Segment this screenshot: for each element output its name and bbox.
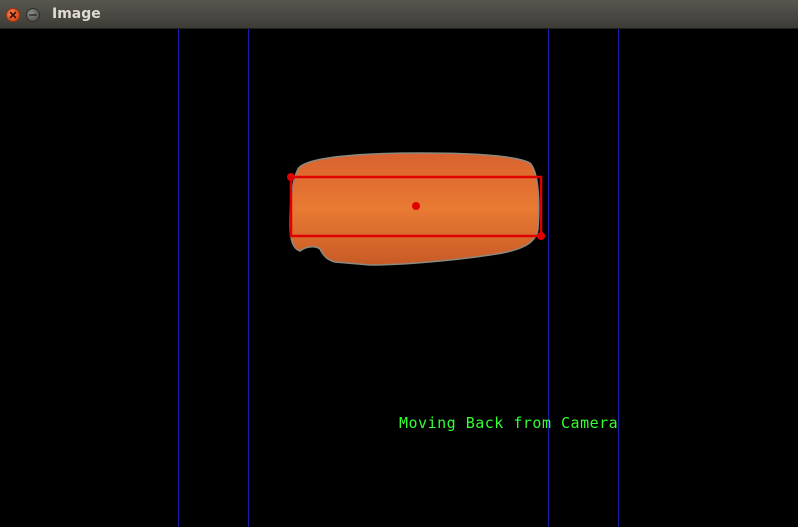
title-bar[interactable]: Image [0,0,798,29]
center-marker [412,202,420,210]
corner-marker-top-left [287,173,295,181]
minimize-icon [29,14,37,16]
image-window: Image Moving Back from Camera [0,0,798,527]
close-button[interactable] [6,8,20,22]
status-text: Moving Back from Camera [399,414,619,432]
image-canvas: Moving Back from Camera [0,29,798,527]
corner-marker-bottom-right [537,232,545,240]
close-icon [9,11,17,19]
detection-overlay [287,152,545,266]
window-title: Image [52,6,101,22]
minimize-button[interactable] [26,8,40,22]
